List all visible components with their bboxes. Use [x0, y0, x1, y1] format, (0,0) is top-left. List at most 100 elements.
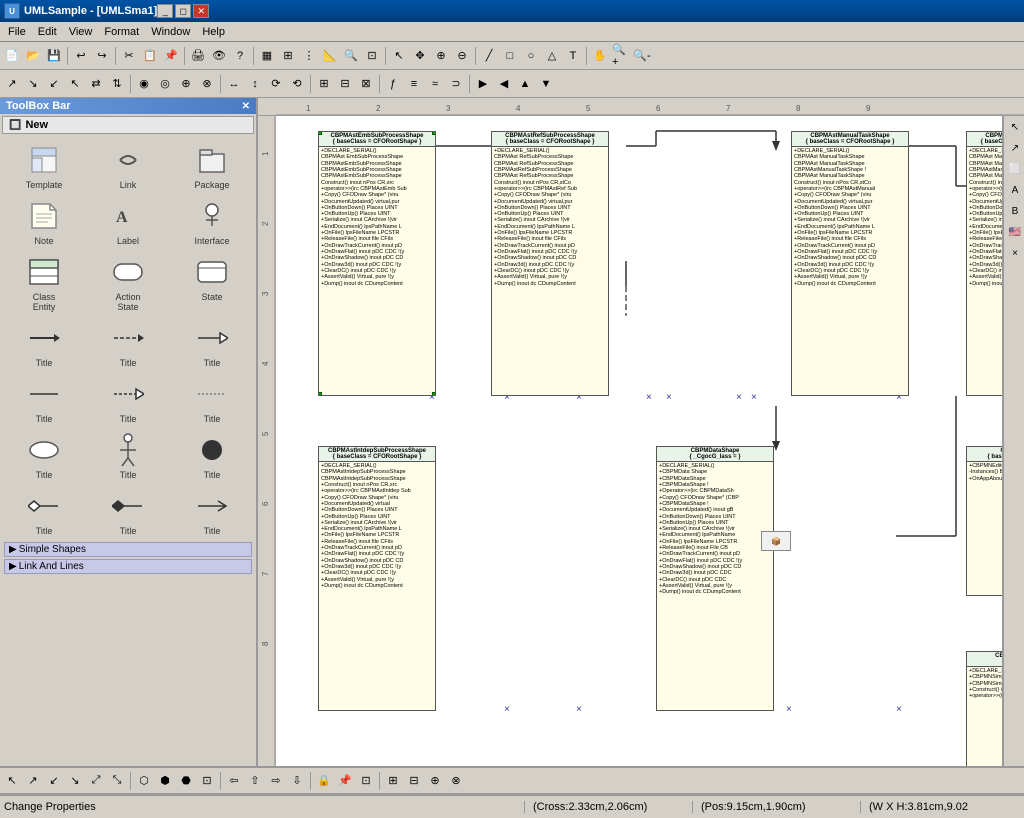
bt-icon8[interactable]: ⬢ [155, 771, 175, 791]
tool-gen[interactable]: Title [88, 374, 168, 426]
uml-class-4[interactable]: CBPMAstManualTaskShape { baseClass = CFO… [966, 131, 1002, 396]
tool-agg[interactable]: Title [4, 486, 84, 538]
tb2-icon15[interactable]: ⊞ [314, 74, 334, 94]
tool-assoc[interactable]: Title [4, 374, 84, 426]
uml-class-6[interactable]: CBPMDataShape { _CgocG_lass = } +DECLARE… [656, 446, 774, 711]
tb2-icon18[interactable]: ƒ [383, 74, 403, 94]
uml-class-1[interactable]: CBPMAstEmbSubProcessShape { baseClass = … [318, 131, 436, 396]
align-icon[interactable]: ⊞ [278, 46, 298, 66]
tool-compose[interactable]: Title [88, 486, 168, 538]
select-icon[interactable]: ↖ [389, 46, 409, 66]
minimize-button[interactable]: _ [157, 4, 173, 18]
tool-arrow2[interactable]: Title [88, 318, 168, 370]
tool-circle[interactable]: Title [172, 430, 252, 482]
bt-icon2[interactable]: ↗ [23, 771, 43, 791]
bt-icon12[interactable]: ⇧ [245, 771, 265, 791]
bt-icon13[interactable]: ⇨ [266, 771, 286, 791]
right-toolbar-btn3[interactable]: ⬜ [1005, 159, 1024, 179]
bt-icon6[interactable]: ⤡ [107, 771, 127, 791]
tb2-icon4[interactable]: ↖ [65, 74, 85, 94]
bt-icon3[interactable]: ↙ [44, 771, 64, 791]
paste-icon[interactable]: 📌 [161, 46, 181, 66]
grid-icon[interactable]: ▦ [257, 46, 277, 66]
tb2-icon2[interactable]: ↘ [23, 74, 43, 94]
close-button[interactable]: ✕ [193, 4, 209, 18]
tool-package[interactable]: Package [172, 140, 252, 192]
redo-icon[interactable]: ↪ [92, 46, 112, 66]
move-icon[interactable]: ✥ [410, 46, 430, 66]
help-icon[interactable]: ? [230, 46, 250, 66]
tb2-icon12[interactable]: ↕ [245, 74, 265, 94]
rect-icon[interactable]: □ [500, 46, 520, 66]
tb2-icon17[interactable]: ⊠ [356, 74, 376, 94]
menu-file[interactable]: File [2, 24, 32, 40]
right-toolbar-btn4[interactable]: A [1005, 180, 1024, 200]
bt-icon11[interactable]: ⇦ [224, 771, 244, 791]
tb2-icon11[interactable]: ↔ [224, 74, 244, 94]
preview-icon[interactable]: 👁 [209, 46, 229, 66]
tool-nav[interactable]: Title [172, 486, 252, 538]
right-toolbar-btn1[interactable]: ↖ [1005, 117, 1024, 137]
bt-icon16[interactable]: 📌 [335, 771, 355, 791]
tool-state[interactable]: State [172, 252, 252, 314]
text-icon[interactable]: T [563, 46, 583, 66]
tb2-icon13[interactable]: ⟳ [266, 74, 286, 94]
cut-icon[interactable]: ✂ [119, 46, 139, 66]
snap-icon[interactable]: ⋮ [299, 46, 319, 66]
uml-class-2[interactable]: CBPMAstRefSubProcessShape { baseClass = … [491, 131, 609, 396]
class1-handle-br[interactable] [432, 392, 436, 396]
tb2-icon8[interactable]: ◎ [155, 74, 175, 94]
bt-icon14[interactable]: ⇩ [287, 771, 307, 791]
tb2-icon14[interactable]: ⟲ [287, 74, 307, 94]
print-icon[interactable]: 🖨 [188, 46, 208, 66]
bt-icon17[interactable]: ⊡ [356, 771, 376, 791]
tb2-icon22[interactable]: ▶ [473, 74, 493, 94]
tb2-icon23[interactable]: ◀ [494, 74, 514, 94]
restore-button[interactable]: ◻ [175, 4, 191, 18]
zoom-out-icon[interactable]: 🔍- [632, 46, 652, 66]
tool-class-entity[interactable]: ClassEntity [4, 252, 84, 314]
tb2-icon20[interactable]: ≈ [425, 74, 445, 94]
uml-class-3[interactable]: CBPMAstManualTaskShape { baseClass = CFO… [791, 131, 909, 396]
bt-icon5[interactable]: ⤢ [86, 771, 106, 791]
bt-icon19[interactable]: ⊟ [404, 771, 424, 791]
copy-icon[interactable]: 📋 [140, 46, 160, 66]
new-icon[interactable]: 📄 [2, 46, 22, 66]
zoom-in-icon[interactable]: 🔍+ [611, 46, 631, 66]
menu-help[interactable]: Help [196, 24, 231, 40]
tool-interface[interactable]: Interface [172, 196, 252, 248]
tb2-icon1[interactable]: ↗ [2, 74, 22, 94]
tool-note[interactable]: Note [4, 196, 84, 248]
diagram-canvas[interactable]: × × × × × × × × × × × × × × [276, 116, 1002, 766]
bt-icon20[interactable]: ⊕ [425, 771, 445, 791]
tool-arrow1[interactable]: Title [4, 318, 84, 370]
tb2-icon5[interactable]: ⇄ [86, 74, 106, 94]
tb2-icon21[interactable]: ⊃ [446, 74, 466, 94]
line-icon[interactable]: ╱ [479, 46, 499, 66]
undo-icon[interactable]: ↩ [71, 46, 91, 66]
tb2-icon16[interactable]: ⊟ [335, 74, 355, 94]
bt-icon4[interactable]: ↘ [65, 771, 85, 791]
tool-arrow3[interactable]: Title [172, 318, 252, 370]
zoom-icon[interactable]: 🔍 [341, 46, 361, 66]
class1-handle-bl[interactable] [318, 392, 322, 396]
tool-oval[interactable]: Title [4, 430, 84, 482]
tool-template[interactable]: Template [4, 140, 84, 192]
uml-class-8[interactable]: CBPMNSimpleShape { baseClass = } +DECLAR… [966, 651, 1002, 766]
tb2-icon25[interactable]: ▼ [536, 74, 556, 94]
toolbox-close-btn[interactable]: ✕ [242, 101, 250, 112]
save-icon[interactable]: 💾 [44, 46, 64, 66]
menu-format[interactable]: Format [98, 24, 145, 40]
ellipse-icon[interactable]: ○ [521, 46, 541, 66]
bt-icon18[interactable]: ⊞ [383, 771, 403, 791]
right-toolbar-btn2[interactable]: ↗ [1005, 138, 1024, 158]
bt-icon7[interactable]: ⬡ [134, 771, 154, 791]
bt-icon15[interactable]: 🔒 [314, 771, 334, 791]
uml-class-5[interactable]: CBPMAstIntdepSubProcessShape { baseClass… [318, 446, 436, 711]
right-toolbar-btn5[interactable]: B [1005, 201, 1024, 221]
tool-action-state[interactable]: ActionState [88, 252, 168, 314]
menu-window[interactable]: Window [145, 24, 196, 40]
simple-shapes-section[interactable]: ▶ Simple Shapes [4, 542, 252, 557]
bt-icon9[interactable]: ⬣ [176, 771, 196, 791]
menu-edit[interactable]: Edit [32, 24, 63, 40]
